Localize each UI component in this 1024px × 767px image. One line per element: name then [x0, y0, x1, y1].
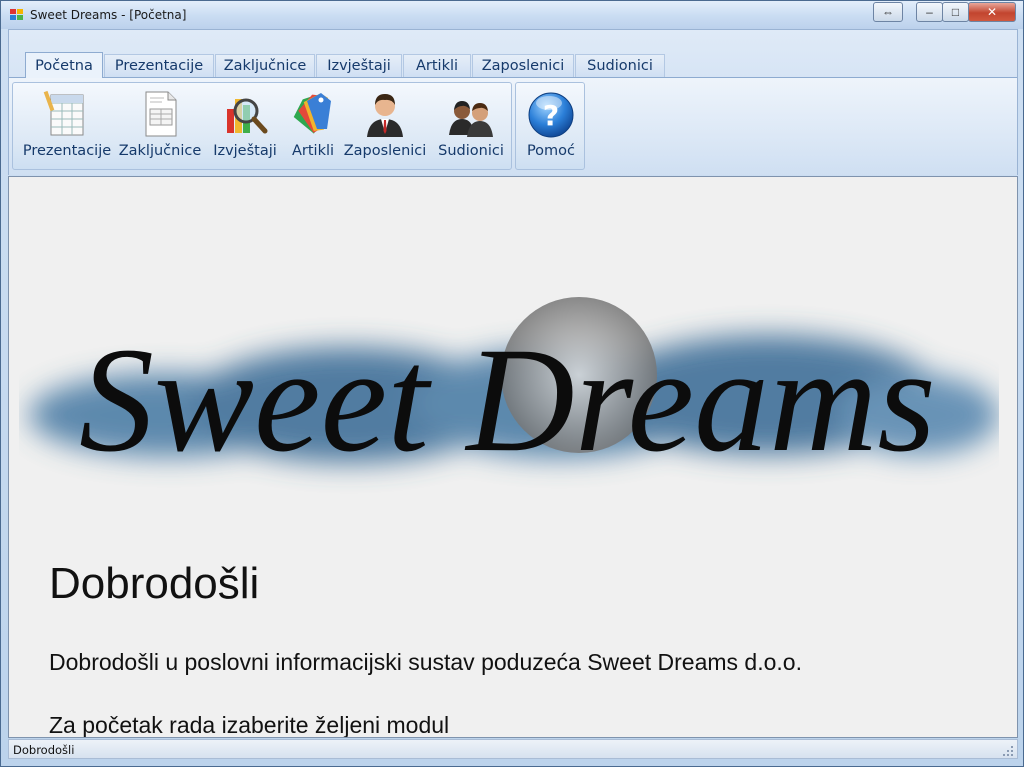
prezentacije-button[interactable]: Prezentacije [19, 89, 115, 169]
chart-magnifier-icon [219, 89, 271, 139]
zakljucnice-label: Zaključnice [118, 143, 202, 159]
document-table-icon [134, 89, 186, 139]
people-icon [445, 89, 497, 139]
izvjestaji-button[interactable]: Izvještaji [205, 89, 285, 169]
main-content: Sweet Dreams Dobrodošli Dobrodošli u pos… [8, 176, 1018, 738]
tab-pocetna[interactable]: Početna [25, 52, 103, 78]
welcome-heading: Dobrodošli [49, 559, 260, 608]
tab-izvjestaji[interactable]: Izvještaji [316, 54, 402, 77]
svg-text:?: ? [543, 99, 559, 132]
maximize-button[interactable]: □ [942, 2, 969, 22]
sudionici-button[interactable]: Sudionici [431, 89, 511, 169]
businessman-icon [359, 89, 411, 139]
artikli-button[interactable]: Artikli [283, 89, 343, 169]
app-icon[interactable] [10, 9, 23, 20]
status-bar: Dobrodošli [8, 739, 1018, 759]
ribbon: Početna Prezentacije Zaključnice Izvješt… [8, 29, 1018, 175]
ribbon-group-help: ? Pomoć [515, 82, 585, 170]
pomoc-button[interactable]: ? Pomoć [520, 89, 582, 169]
help-icon: ? [525, 89, 577, 139]
ribbon-panel: Prezentacije Zaključnice Izvještaji Arti… [9, 77, 1017, 175]
ribbon-tabs: Početna Prezentacije Zaključnice Izvješt… [9, 52, 1017, 78]
zakljucnice-button[interactable]: Zaključnice [117, 89, 203, 169]
prezentacije-label: Prezentacije [22, 143, 112, 159]
window-title: Sweet Dreams - [Početna] [30, 8, 187, 22]
tab-artikli[interactable]: Artikli [403, 54, 471, 77]
minimize-button[interactable]: – [916, 2, 943, 22]
tab-zaposlenici[interactable]: Zaposlenici [472, 54, 574, 77]
artikli-label: Artikli [291, 143, 335, 159]
sudionici-label: Sudionici [438, 143, 504, 159]
ribbon-group-modules: Prezentacije Zaključnice Izvještaji Arti… [12, 82, 512, 170]
restore-arrows-icon[interactable]: ⇔ [873, 2, 903, 22]
tab-prezentacije[interactable]: Prezentacije [104, 54, 214, 77]
welcome-text: Dobrodošli u poslovni informacijski sust… [49, 649, 802, 675]
app-window: Sweet Dreams - [Početna] ⇔ – □ ✕ Početna… [0, 0, 1024, 767]
close-button[interactable]: ✕ [968, 2, 1016, 22]
tab-zakljucnice[interactable]: Zaključnice [215, 54, 315, 77]
status-text: Dobrodošli [13, 743, 75, 757]
pomoc-label: Pomoć [526, 143, 576, 159]
sweet-dreams-logo: Sweet Dreams [19, 275, 999, 535]
logo-text: Sweet Dreams [79, 317, 936, 483]
zaposlenici-label: Zaposlenici [343, 143, 427, 159]
tab-sudionici[interactable]: Sudionici [575, 54, 665, 77]
resize-grip-icon[interactable] [1002, 744, 1014, 756]
title-bar[interactable]: Sweet Dreams - [Početna] ⇔ – □ ✕ [1, 1, 1023, 29]
izvjestaji-label: Izvještaji [213, 143, 277, 159]
spreadsheet-pencil-icon [41, 89, 93, 139]
instruction-text: Za početak rada izaberite željeni modul [49, 712, 450, 738]
tags-icon [287, 89, 339, 139]
zaposlenici-button[interactable]: Zaposlenici [343, 89, 427, 169]
